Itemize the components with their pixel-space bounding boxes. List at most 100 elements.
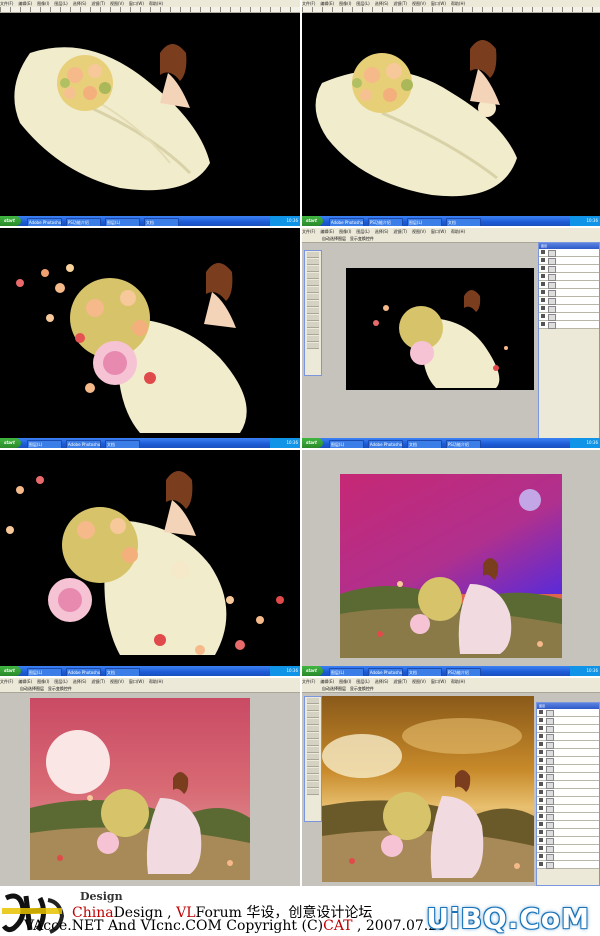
layer-row[interactable] <box>537 837 599 845</box>
menu-filter[interactable]: 滤镜(T) <box>393 229 407 234</box>
menu-view[interactable]: 视图(V) <box>412 1 426 6</box>
menu-help[interactable]: 帮助(H) <box>451 1 465 6</box>
menu-help[interactable]: 帮助(H) <box>451 229 465 234</box>
layer-row[interactable] <box>537 709 599 717</box>
task-item[interactable]: 文档 <box>406 667 442 676</box>
menu-filter[interactable]: 滤镜(T) <box>91 679 105 684</box>
menu-file[interactable]: 文件(F) <box>0 679 13 684</box>
menu-file[interactable]: 文件(F) <box>0 1 13 6</box>
menu-layer[interactable]: 图层(L) <box>356 229 369 234</box>
task-item[interactable]: 文档 <box>406 439 442 448</box>
start-button[interactable]: start <box>0 666 21 676</box>
task-item[interactable]: 文档 <box>104 439 140 448</box>
menu-image[interactable]: 图像(I) <box>339 679 351 684</box>
menu-view[interactable]: 视图(V) <box>110 1 124 6</box>
auto-select-label[interactable]: 自动选择图层 <box>322 236 346 241</box>
gradient-tool-icon[interactable] <box>307 747 319 753</box>
layer-row[interactable] <box>537 717 599 725</box>
menu-image[interactable]: 图像(I) <box>37 679 49 684</box>
menu-filter[interactable]: 滤镜(T) <box>393 1 407 6</box>
task-item[interactable]: Adobe Photoshop <box>367 667 403 676</box>
menu-edit[interactable]: 编辑(E) <box>320 1 334 6</box>
shape-tool-icon[interactable] <box>307 775 319 781</box>
layer-row[interactable] <box>537 813 599 821</box>
transform-controls-label[interactable]: 显示变换控件 <box>48 686 72 691</box>
stamp-tool-icon[interactable] <box>307 733 319 739</box>
brush-tool-icon[interactable] <box>307 280 319 286</box>
menu-view[interactable]: 视图(V) <box>110 679 124 684</box>
layer-row[interactable] <box>539 249 599 257</box>
menu-view[interactable]: 视图(V) <box>412 679 426 684</box>
menu-image[interactable]: 图像(I) <box>37 1 49 6</box>
task-item[interactable]: PS功能介绍 <box>65 217 101 226</box>
start-button[interactable]: start <box>0 438 21 448</box>
menu-window[interactable]: 窗口(W) <box>431 679 446 684</box>
menu-window[interactable]: 窗口(W) <box>431 229 446 234</box>
layer-row[interactable] <box>537 821 599 829</box>
menu-window[interactable]: 窗口(W) <box>431 1 446 6</box>
layer-row[interactable] <box>539 273 599 281</box>
layer-row[interactable] <box>537 797 599 805</box>
menu-layer[interactable]: 图层(L) <box>356 1 369 6</box>
menu-image[interactable]: 图像(I) <box>339 1 351 6</box>
menu-help[interactable]: 帮助(H) <box>149 1 163 6</box>
start-button[interactable]: start <box>302 216 323 226</box>
menu-edit[interactable]: 编辑(E) <box>18 1 32 6</box>
document-canvas[interactable] <box>346 268 534 390</box>
task-item[interactable]: 图层(L) <box>328 439 364 448</box>
auto-select-label[interactable]: 自动选择图层 <box>20 686 44 691</box>
crop-tool-icon[interactable] <box>307 273 319 279</box>
dodge-tool-icon[interactable] <box>307 308 319 314</box>
menu-help[interactable]: 帮助(H) <box>149 679 163 684</box>
layer-row[interactable] <box>539 313 599 321</box>
layer-row[interactable] <box>539 305 599 313</box>
menu-layer[interactable]: 图层(L) <box>54 679 67 684</box>
type-tool-icon[interactable] <box>307 322 319 328</box>
task-item[interactable]: 图层(L) <box>104 217 140 226</box>
auto-select-label[interactable]: 自动选择图层 <box>322 686 346 691</box>
layer-row[interactable] <box>537 773 599 781</box>
lasso-tool-icon[interactable] <box>307 266 319 272</box>
transform-controls-label[interactable]: 显示变换控件 <box>350 686 374 691</box>
task-item[interactable]: PS功能介绍 <box>445 439 481 448</box>
transform-controls-label[interactable]: 显示变换控件 <box>350 236 374 241</box>
task-item[interactable]: 文档 <box>143 217 179 226</box>
layer-row[interactable] <box>537 741 599 749</box>
dodge-tool-icon[interactable] <box>307 754 319 760</box>
layer-row[interactable] <box>539 265 599 273</box>
layer-row[interactable] <box>539 257 599 265</box>
hand-tool-icon[interactable] <box>307 336 319 342</box>
pen-tool-icon[interactable] <box>307 315 319 321</box>
layer-row[interactable] <box>537 765 599 773</box>
stamp-tool-icon[interactable] <box>307 287 319 293</box>
menu-select[interactable]: 选择(S) <box>375 1 389 6</box>
layer-row[interactable] <box>537 725 599 733</box>
menu-select[interactable]: 选择(S) <box>375 679 389 684</box>
eraser-tool-icon[interactable] <box>307 294 319 300</box>
task-item[interactable]: Adobe Photoshop <box>65 439 101 448</box>
start-button[interactable]: start <box>302 666 323 676</box>
eraser-tool-icon[interactable] <box>307 740 319 746</box>
layer-row[interactable] <box>537 845 599 853</box>
menu-edit[interactable]: 编辑(E) <box>320 679 334 684</box>
task-item[interactable]: Adobe Photoshop <box>328 217 364 226</box>
type-tool-icon[interactable] <box>307 768 319 774</box>
menu-file[interactable]: 文件(F) <box>302 1 315 6</box>
layer-row[interactable] <box>537 861 599 869</box>
marquee-tool-icon[interactable] <box>307 705 319 711</box>
menu-select[interactable]: 选择(S) <box>73 679 87 684</box>
layer-row[interactable] <box>537 805 599 813</box>
document-canvas[interactable] <box>322 696 534 882</box>
task-item[interactable]: 文档 <box>445 217 481 226</box>
layer-row[interactable] <box>539 281 599 289</box>
shape-tool-icon[interactable] <box>307 329 319 335</box>
layer-row[interactable] <box>539 289 599 297</box>
task-item[interactable]: 图层(L) <box>26 439 62 448</box>
layer-row[interactable] <box>539 321 599 329</box>
menu-window[interactable]: 窗口(W) <box>129 679 144 684</box>
task-item[interactable]: 图层(L) <box>406 217 442 226</box>
document-canvas[interactable] <box>30 698 250 880</box>
menu-view[interactable]: 视图(V) <box>412 229 426 234</box>
layer-row[interactable] <box>537 853 599 861</box>
layer-row[interactable] <box>537 789 599 797</box>
